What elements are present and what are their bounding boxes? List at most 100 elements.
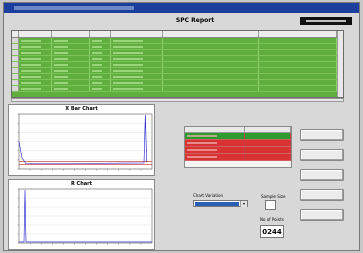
no-of-points-field[interactable]: 0244	[260, 225, 284, 238]
table-cell[interactable]	[259, 68, 337, 73]
table-cell[interactable]	[163, 74, 259, 79]
table-cell[interactable]	[259, 56, 337, 61]
table-cell[interactable]	[52, 56, 90, 61]
table-cell[interactable]	[19, 86, 52, 91]
table-cell[interactable]	[259, 62, 337, 67]
table-cell[interactable]	[19, 44, 52, 49]
row-header[interactable]	[12, 44, 19, 49]
action-button-5[interactable]	[300, 209, 344, 221]
table-cell[interactable]	[52, 50, 90, 55]
table-cell[interactable]	[245, 147, 291, 153]
table-cell[interactable]	[185, 133, 245, 139]
table-cell[interactable]	[245, 154, 291, 160]
col-header-6[interactable]	[259, 31, 337, 37]
table-cell[interactable]	[90, 62, 111, 67]
row-header[interactable]	[12, 80, 19, 85]
col-header-5[interactable]	[163, 31, 259, 37]
table-cell[interactable]	[90, 86, 111, 91]
table-cell[interactable]	[90, 38, 111, 43]
action-button-2[interactable]	[300, 149, 344, 161]
table-cell[interactable]	[111, 62, 163, 67]
table-cell[interactable]	[111, 56, 163, 61]
table-cell[interactable]	[111, 74, 163, 79]
table-cell[interactable]	[163, 38, 259, 43]
col-header-4[interactable]	[111, 31, 163, 37]
table-cell[interactable]	[259, 74, 337, 79]
table-cell[interactable]	[111, 38, 163, 43]
table-cell[interactable]	[163, 68, 259, 73]
table-cell[interactable]	[19, 56, 52, 61]
table-cell[interactable]	[259, 38, 337, 43]
spc-data-grid[interactable]	[11, 30, 344, 98]
table-cell[interactable]	[163, 50, 259, 55]
action-button-1[interactable]	[300, 129, 344, 141]
r-chart: R Chart	[8, 179, 155, 250]
row-header[interactable]	[12, 86, 19, 91]
table-cell[interactable]	[259, 50, 337, 55]
table-cell[interactable]	[245, 133, 291, 139]
fail-table-row[interactable]	[185, 147, 291, 154]
row-header[interactable]	[12, 56, 19, 61]
row-header[interactable]	[12, 74, 19, 79]
table-cell[interactable]	[52, 86, 90, 91]
chevron-down-icon[interactable]: ▾	[240, 201, 247, 207]
table-cell[interactable]	[52, 80, 90, 85]
table-cell[interactable]	[111, 44, 163, 49]
action-button-3[interactable]	[300, 169, 344, 181]
no-of-points-label: No of Points	[260, 217, 284, 222]
action-button-4[interactable]	[300, 189, 344, 201]
table-cell[interactable]	[259, 86, 337, 91]
table-row[interactable]	[12, 86, 343, 92]
table-cell[interactable]	[245, 140, 291, 146]
grid-horizontal-scrollbar[interactable]	[11, 98, 344, 102]
grid-header	[12, 31, 343, 38]
fail-table-row[interactable]	[185, 154, 291, 161]
table-cell[interactable]	[259, 80, 337, 85]
col-header-2[interactable]	[52, 31, 90, 37]
table-cell[interactable]	[111, 80, 163, 85]
table-cell[interactable]	[163, 44, 259, 49]
col-header-1[interactable]	[19, 31, 52, 37]
table-cell[interactable]	[90, 50, 111, 55]
fail-table-row[interactable]	[185, 133, 291, 140]
title-bar[interactable]	[4, 3, 359, 13]
sample-size-stepper[interactable]	[265, 200, 276, 210]
grid-vertical-scrollbar[interactable]	[337, 31, 343, 97]
row-header[interactable]	[12, 62, 19, 67]
chart-variation-select[interactable]: ▾	[193, 200, 248, 207]
table-cell[interactable]	[19, 62, 52, 67]
fail-table-row[interactable]	[185, 140, 291, 147]
table-cell[interactable]	[52, 74, 90, 79]
table-cell[interactable]	[163, 80, 259, 85]
table-cell[interactable]	[185, 140, 245, 146]
table-cell[interactable]	[52, 44, 90, 49]
table-cell[interactable]	[163, 62, 259, 67]
table-cell[interactable]	[111, 86, 163, 91]
table-cell[interactable]	[19, 38, 52, 43]
row-header[interactable]	[12, 38, 19, 43]
table-cell[interactable]	[163, 56, 259, 61]
table-cell[interactable]	[259, 44, 337, 49]
fail-summary-table[interactable]	[184, 126, 292, 168]
table-cell[interactable]	[52, 62, 90, 67]
table-cell[interactable]	[90, 80, 111, 85]
table-cell[interactable]	[19, 50, 52, 55]
table-cell[interactable]	[19, 68, 52, 73]
table-cell[interactable]	[185, 147, 245, 153]
row-header[interactable]	[12, 50, 19, 55]
col-header-3[interactable]	[90, 31, 111, 37]
table-cell[interactable]	[185, 154, 245, 160]
table-cell[interactable]	[52, 68, 90, 73]
table-cell[interactable]	[163, 86, 259, 91]
table-cell[interactable]	[90, 44, 111, 49]
table-cell[interactable]	[19, 80, 52, 85]
table-cell[interactable]	[111, 50, 163, 55]
table-cell[interactable]	[90, 74, 111, 79]
table-cell[interactable]	[90, 56, 111, 61]
table-cell[interactable]	[52, 38, 90, 43]
table-cell[interactable]	[90, 68, 111, 73]
fail-col-1	[185, 127, 245, 132]
table-cell[interactable]	[111, 68, 163, 73]
table-cell[interactable]	[19, 74, 52, 79]
row-header[interactable]	[12, 68, 19, 73]
